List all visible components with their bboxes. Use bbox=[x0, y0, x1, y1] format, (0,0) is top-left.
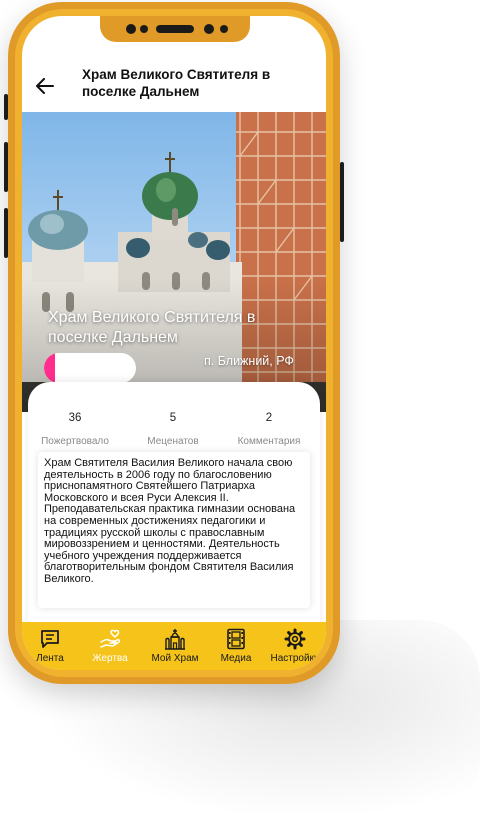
mute-switch bbox=[4, 94, 8, 120]
bottom-tab-bar: Лента Жертва Мой Храм Медиа Настройки bbox=[22, 622, 326, 670]
back-arrow-icon[interactable] bbox=[36, 78, 54, 94]
hero-title: Храм Великого Святителя в поселке Дальне… bbox=[48, 309, 256, 346]
tab-label: Жертва bbox=[92, 653, 128, 664]
hand-heart-icon bbox=[100, 629, 121, 648]
stat-value: 36 bbox=[68, 412, 82, 424]
tab-label: Лента bbox=[36, 653, 64, 664]
volume-down-button bbox=[4, 208, 8, 258]
power-button bbox=[340, 162, 344, 242]
tab-label: Медиа bbox=[220, 653, 252, 664]
notch bbox=[100, 16, 250, 42]
speaker-grille bbox=[156, 25, 194, 33]
tab-media[interactable]: Медиа bbox=[208, 622, 264, 670]
tab-label: Мой Храм bbox=[151, 653, 199, 664]
stat-patrons: 5 Меценатов bbox=[128, 412, 218, 447]
stat-donated: 36 Пожертвовало bbox=[30, 412, 120, 447]
volume-up-button bbox=[4, 142, 8, 192]
phone-screen: Храм Великого Святителя в поселке Дальне… bbox=[22, 16, 326, 670]
description-box: Храм Святителя Василия Великого начала с… bbox=[38, 452, 310, 608]
church-icon bbox=[165, 629, 185, 650]
tab-label: Настройки bbox=[270, 653, 320, 664]
ambient-sensor bbox=[140, 25, 148, 33]
gear-icon bbox=[284, 628, 306, 650]
donation-progress-fill bbox=[44, 353, 56, 383]
details-card: 36 Пожертвовало 5 Меценатов 2 Комментари… bbox=[28, 382, 320, 642]
stat-label: Меценатов bbox=[147, 436, 199, 447]
stat-label: Комментария bbox=[237, 436, 301, 447]
app-bar: Храм Великого Святителя в поселке Дальне… bbox=[22, 60, 326, 112]
face-sensor bbox=[220, 25, 228, 33]
tab-feed[interactable]: Лента bbox=[22, 622, 78, 670]
chat-icon bbox=[41, 630, 59, 648]
film-icon bbox=[227, 628, 245, 650]
stat-value: 2 bbox=[265, 412, 273, 424]
tab-settings[interactable]: Настройки bbox=[264, 622, 326, 670]
tab-donation[interactable]: Жертва bbox=[78, 622, 142, 670]
page-title: Храм Великого Святителя в поселке Дальне… bbox=[82, 67, 271, 99]
hero-image: Храм Великого Святителя в поселке Дальне… bbox=[22, 112, 326, 412]
front-camera bbox=[204, 24, 214, 34]
description-text: Храм Святителя Василия Великого начала с… bbox=[44, 457, 296, 585]
proximity-sensor bbox=[126, 24, 136, 34]
stat-value: 5 bbox=[169, 412, 177, 424]
donation-progress-bar bbox=[44, 353, 136, 383]
phone-frame: Храм Великого Святителя в поселке Дальне… bbox=[4, 2, 344, 684]
stat-comments[interactable]: 2 Комментария bbox=[224, 412, 314, 447]
stat-label: Пожертвовало bbox=[41, 436, 109, 447]
tab-my-church[interactable]: Мой Храм bbox=[142, 622, 208, 670]
location-text: п. Ближний, РФ bbox=[204, 354, 294, 368]
